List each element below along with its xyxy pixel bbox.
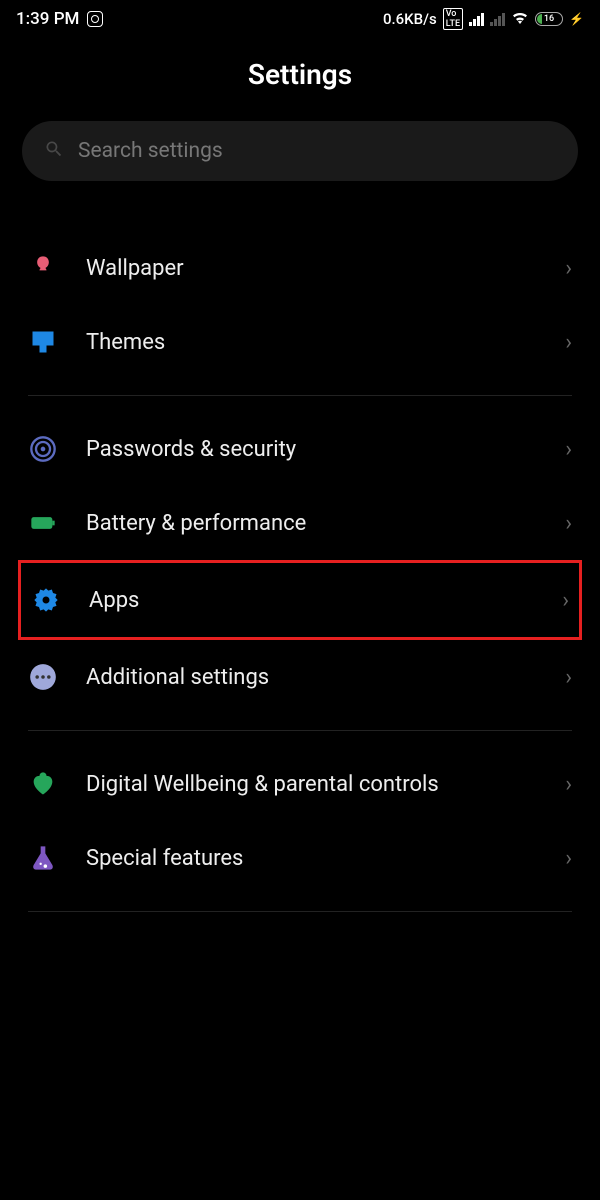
chevron-right-icon: › bbox=[565, 665, 572, 690]
item-label: Wallpaper bbox=[86, 256, 537, 281]
chevron-right-icon: › bbox=[565, 437, 572, 462]
settings-item-wallpaper[interactable]: Wallpaper › bbox=[0, 231, 600, 305]
more-icon bbox=[28, 662, 58, 692]
chevron-right-icon: › bbox=[565, 330, 572, 355]
battery-icon bbox=[28, 508, 58, 538]
signal-1-icon bbox=[469, 13, 484, 26]
status-time: 1:39 PM bbox=[16, 9, 79, 29]
settings-item-battery[interactable]: Battery & performance › bbox=[0, 486, 600, 560]
item-label: Apps bbox=[89, 588, 534, 613]
settings-list: Wallpaper › Themes › Passwords & securit… bbox=[0, 201, 600, 912]
item-label: Themes bbox=[86, 330, 537, 355]
signal-2-icon bbox=[490, 13, 505, 26]
search-input[interactable]: Search settings bbox=[22, 121, 578, 181]
search-icon bbox=[44, 139, 64, 163]
settings-item-security[interactable]: Passwords & security › bbox=[0, 412, 600, 486]
item-label: Special features bbox=[86, 846, 537, 871]
settings-item-wellbeing[interactable]: Digital Wellbeing & parental controls › bbox=[0, 747, 600, 821]
chevron-right-icon: › bbox=[565, 846, 572, 871]
chevron-right-icon: › bbox=[565, 256, 572, 281]
fingerprint-icon bbox=[28, 434, 58, 464]
charging-icon: ⚡ bbox=[569, 12, 584, 26]
battery-indicator: 16 bbox=[535, 12, 563, 26]
divider bbox=[28, 911, 572, 912]
themes-icon bbox=[28, 327, 58, 357]
settings-item-additional[interactable]: Additional settings › bbox=[0, 640, 600, 714]
chevron-right-icon: › bbox=[562, 588, 569, 613]
heart-icon bbox=[28, 769, 58, 799]
volte-icon: VoLTE bbox=[443, 8, 463, 30]
divider bbox=[28, 395, 572, 396]
item-label: Passwords & security bbox=[86, 437, 537, 462]
item-label: Additional settings bbox=[86, 665, 537, 690]
search-placeholder: Search settings bbox=[78, 139, 223, 163]
item-label: Digital Wellbeing & parental controls bbox=[86, 772, 537, 797]
instagram-icon bbox=[87, 11, 103, 27]
wifi-icon bbox=[511, 10, 529, 28]
status-bar: 1:39 PM 0.6KB/s VoLTE 16 ⚡ bbox=[0, 0, 600, 38]
divider bbox=[28, 730, 572, 731]
settings-item-themes[interactable]: Themes › bbox=[0, 305, 600, 379]
chevron-right-icon: › bbox=[565, 511, 572, 536]
data-speed: 0.6KB/s bbox=[383, 10, 437, 28]
flask-icon bbox=[28, 843, 58, 873]
gear-icon bbox=[31, 585, 61, 615]
item-label: Battery & performance bbox=[86, 511, 537, 536]
page-title: Settings bbox=[0, 38, 600, 121]
settings-item-apps[interactable]: Apps › bbox=[18, 560, 582, 640]
settings-item-special[interactable]: Special features › bbox=[0, 821, 600, 895]
chevron-right-icon: › bbox=[565, 772, 572, 797]
wallpaper-icon bbox=[28, 253, 58, 283]
